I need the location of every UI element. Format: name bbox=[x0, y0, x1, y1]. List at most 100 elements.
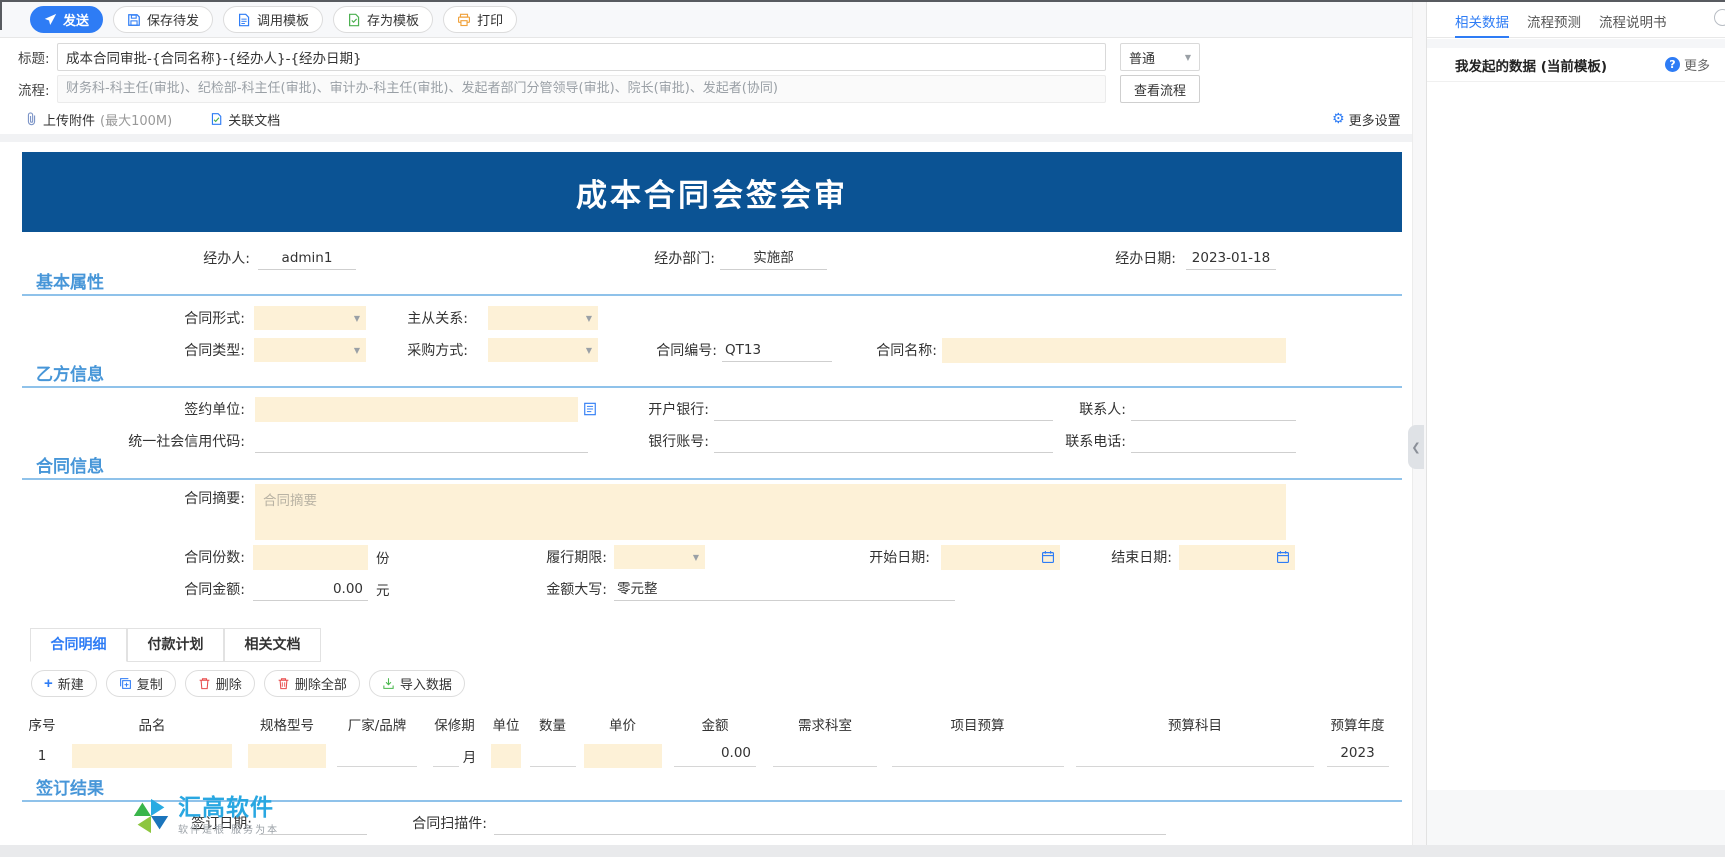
contract-scan-label: 合同扫描件: bbox=[322, 813, 487, 833]
panel-subband bbox=[1427, 39, 1725, 48]
col-amount: 金额 bbox=[665, 714, 765, 734]
panel-bottom-band bbox=[1427, 790, 1725, 847]
col-unit-price: 单价 bbox=[580, 714, 665, 734]
duration-label: 履行期限: bbox=[462, 547, 607, 567]
credit-code-field: 统一社会信用代码: bbox=[22, 428, 588, 454]
cell-qty-input[interactable] bbox=[530, 745, 576, 767]
master-slave-field: 主从关系: ▼ bbox=[332, 305, 598, 331]
cell-spec-input[interactable] bbox=[248, 744, 326, 768]
tab-flow-manual[interactable]: 流程说明书 bbox=[1599, 11, 1667, 38]
detail-table: 序号 品名 规格型号 厂家/品牌 保修期 单位 数量 单价 金额 需求科室 项目… bbox=[22, 710, 1402, 774]
delete-all-button[interactable]: 删除全部 bbox=[264, 670, 360, 697]
tab-contract-detail[interactable]: 合同明细 bbox=[30, 628, 127, 662]
col-brand: 厂家/品牌 bbox=[332, 714, 422, 734]
amount-unit: 元 bbox=[376, 579, 390, 599]
detail-tabs: 合同明细 付款计划 相关文档 bbox=[30, 628, 321, 662]
panel-more-link[interactable]: ? 更多 bbox=[1665, 55, 1710, 74]
contact-phone-input[interactable] bbox=[1131, 429, 1296, 453]
edge-circle-icon[interactable] bbox=[1714, 9, 1725, 26]
cell-amount-value[interactable]: 0.00 bbox=[674, 745, 756, 767]
col-unit: 单位 bbox=[487, 714, 525, 734]
send-button[interactable]: 发送 bbox=[30, 6, 103, 33]
delete-row-button[interactable]: 删除 bbox=[185, 670, 255, 697]
copies-label: 合同份数: bbox=[22, 547, 245, 567]
help-icon[interactable]: ? bbox=[1665, 57, 1680, 72]
upload-size-hint: (最大100M) bbox=[100, 110, 172, 129]
window-top-edge bbox=[0, 0, 1725, 2]
paper-plane-icon bbox=[44, 13, 57, 26]
contract-name-input[interactable] bbox=[942, 338, 1286, 363]
section-party-b-divider bbox=[22, 386, 1402, 388]
printer-icon bbox=[457, 13, 471, 27]
detail-toolbar: + 新建 复制 删除 删除全部 bbox=[31, 670, 465, 697]
col-warranty: 保修期 bbox=[422, 714, 487, 734]
tab-payment-plan[interactable]: 付款计划 bbox=[127, 628, 224, 662]
use-template-button[interactable]: 调用模板 bbox=[223, 6, 323, 33]
bank-field: 开户银行: bbox=[562, 396, 1053, 422]
department-value[interactable]: 实施部 bbox=[720, 246, 827, 270]
handle-date-label: 经办日期: bbox=[982, 248, 1176, 268]
cell-item-name-input[interactable] bbox=[72, 744, 232, 768]
col-budget-subject: 预算科目 bbox=[1070, 714, 1320, 734]
tab-related-docs[interactable]: 相关文档 bbox=[224, 628, 321, 662]
handle-date-field: 经办日期: 2023-01-18 bbox=[982, 245, 1276, 271]
copy-row-button[interactable]: 复制 bbox=[106, 670, 176, 697]
panel-collapse-handle[interactable]: ❮ bbox=[1408, 425, 1424, 469]
copies-field: 合同份数: 份 bbox=[22, 544, 390, 570]
end-date-input[interactable] bbox=[1179, 545, 1295, 570]
trash-icon bbox=[198, 677, 211, 690]
section-basic-divider bbox=[22, 294, 1402, 296]
cell-budget-year-value[interactable]: 2023 bbox=[1327, 745, 1389, 767]
contract-name-field: 合同名称: bbox=[792, 337, 1286, 363]
flow-input[interactable]: 财务科-科主任(审批)、纪检部-科主任(审批)、审计办-科主任(审批)、发起者部… bbox=[57, 75, 1106, 103]
import-data-label: 导入数据 bbox=[400, 674, 452, 693]
import-data-button[interactable]: 导入数据 bbox=[369, 670, 465, 697]
tab-flow-forecast[interactable]: 流程预测 bbox=[1527, 11, 1581, 38]
related-docs-link[interactable]: 关联文档 bbox=[210, 110, 280, 129]
summary-textarea[interactable]: 合同摘要 bbox=[255, 484, 1286, 540]
upload-attachment-link[interactable]: 上传附件(最大100M) bbox=[25, 110, 172, 129]
print-label: 打印 bbox=[477, 10, 503, 29]
contract-scan-input[interactable] bbox=[494, 811, 1166, 835]
save-pending-button[interactable]: 保存待发 bbox=[113, 6, 213, 33]
section-contract-title: 合同信息 bbox=[36, 452, 104, 477]
handle-date-value[interactable]: 2023-01-18 bbox=[1186, 246, 1276, 270]
cell-project-budget-input[interactable] bbox=[892, 745, 1064, 767]
table-row: 1 月 0.00 2023 bbox=[22, 738, 1402, 774]
col-seq: 序号 bbox=[22, 714, 62, 734]
tab-related-data[interactable]: 相关数据 bbox=[1455, 11, 1509, 38]
operator-value[interactable]: admin1 bbox=[258, 246, 356, 270]
cell-budget-subject-input[interactable] bbox=[1076, 745, 1314, 767]
add-row-button[interactable]: + 新建 bbox=[31, 670, 97, 697]
amount-label: 合同金额: bbox=[22, 579, 245, 599]
amount-value[interactable]: 0.00 bbox=[253, 577, 368, 601]
duration-field: 履行期限: ▼ bbox=[462, 544, 705, 570]
section-sign-title: 签订结果 bbox=[36, 774, 104, 799]
contact-input[interactable] bbox=[1131, 397, 1296, 421]
sign-unit-input[interactable] bbox=[255, 397, 578, 422]
main-content: 发送 保存待发 调用模板 存为模板 打印 标题: bbox=[0, 0, 1412, 857]
copies-input[interactable] bbox=[253, 545, 368, 570]
delete-row-label: 删除 bbox=[216, 674, 242, 693]
amount-words-value[interactable]: 零元整 bbox=[614, 577, 955, 601]
col-budget-year: 预算年度 bbox=[1320, 714, 1395, 734]
master-slave-select[interactable]: ▼ bbox=[488, 306, 598, 330]
view-flow-button[interactable]: 查看流程 bbox=[1120, 75, 1200, 103]
credit-code-input[interactable] bbox=[255, 429, 588, 453]
vertical-scrollbar[interactable] bbox=[1412, 2, 1426, 845]
cell-unit-price-input[interactable] bbox=[584, 744, 662, 768]
print-button[interactable]: 打印 bbox=[443, 6, 517, 33]
more-settings-link[interactable]: ⚙ 更多设置 bbox=[1332, 110, 1401, 129]
plus-icon: + bbox=[44, 676, 53, 691]
cell-dept-input[interactable] bbox=[773, 745, 877, 767]
title-input[interactable] bbox=[57, 43, 1106, 71]
import-icon bbox=[382, 677, 395, 690]
cell-warranty-input[interactable] bbox=[433, 745, 459, 767]
priority-select[interactable]: 普通 ▼ bbox=[1120, 43, 1200, 71]
save-as-template-button[interactable]: 存为模板 bbox=[333, 6, 433, 33]
cell-brand-input[interactable] bbox=[337, 745, 417, 767]
priority-value: 普通 bbox=[1129, 48, 1155, 67]
duration-select[interactable]: ▼ bbox=[614, 545, 705, 569]
logo-name: 汇高软件 bbox=[178, 796, 279, 821]
cell-unit-input[interactable] bbox=[491, 744, 521, 768]
